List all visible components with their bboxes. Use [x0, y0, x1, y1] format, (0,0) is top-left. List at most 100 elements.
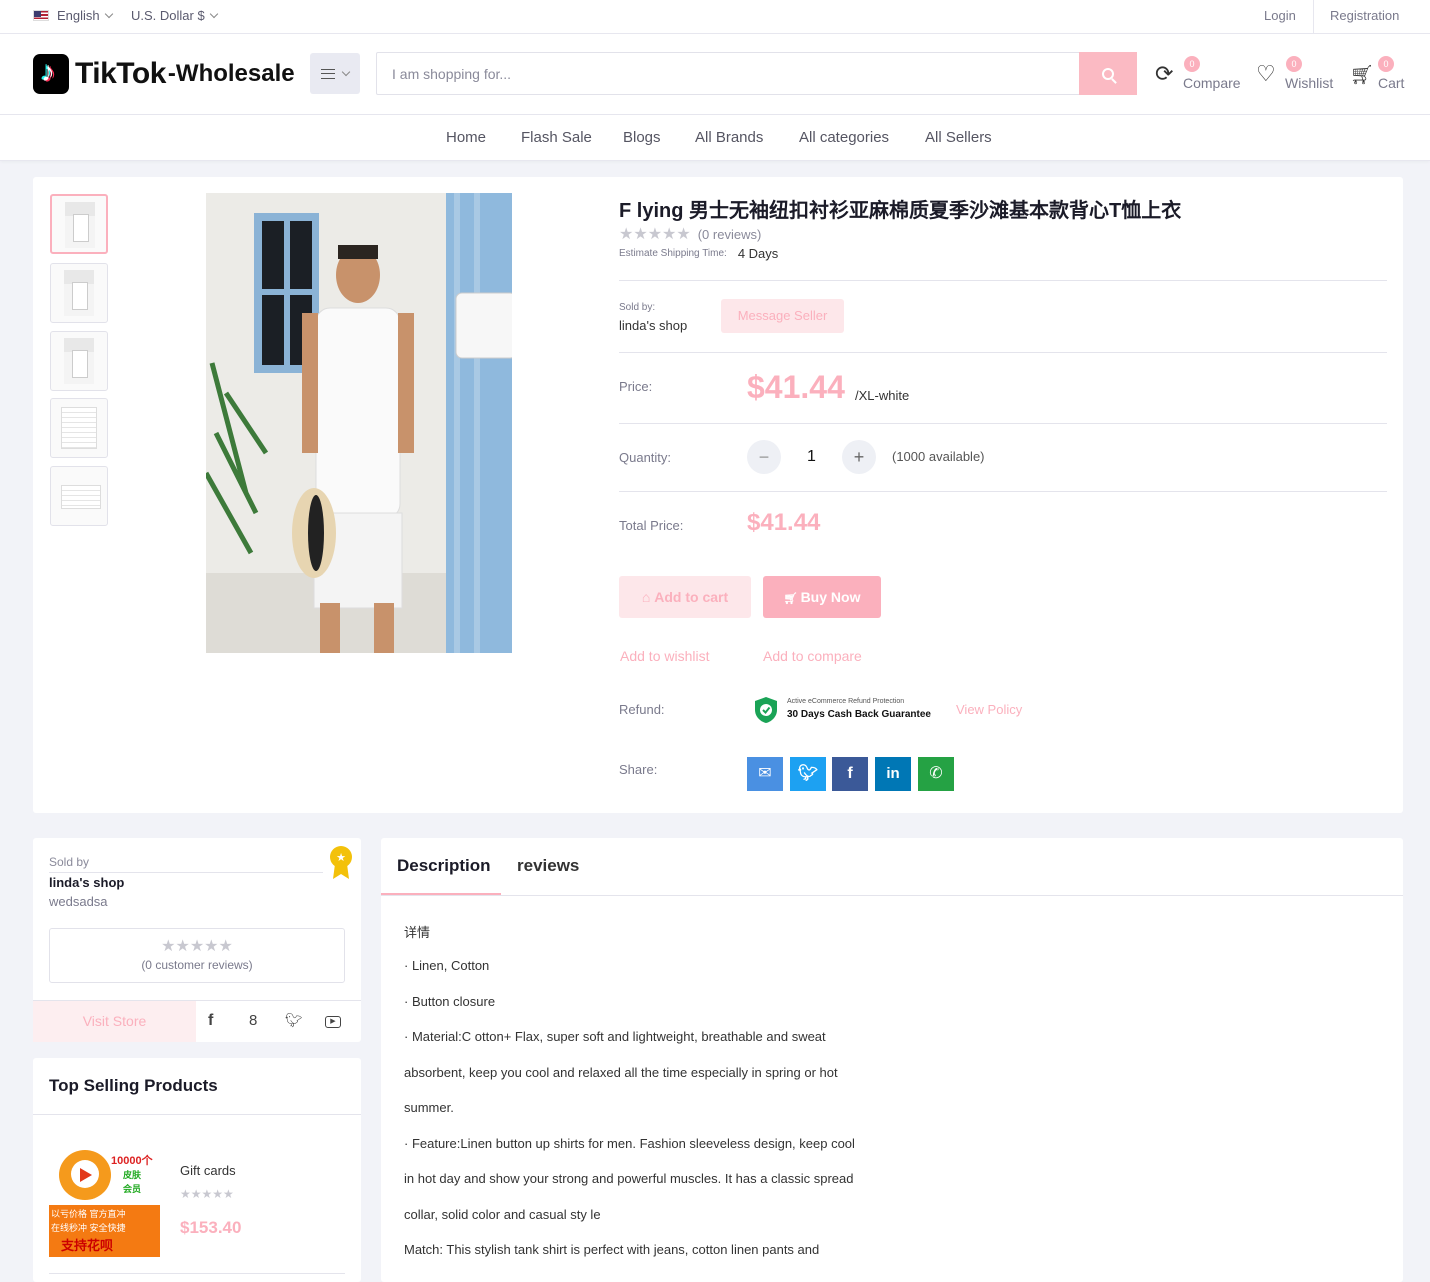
review-count[interactable]: (0 reviews): [698, 227, 762, 242]
header: TikTok -Wholesale ⟳ 0 Compare ♡ 0 Wishli…: [0, 34, 1430, 115]
product-thumbnail[interactable]: 10000个 皮肤 会员 以亏价格 官方直冲 在线秒冲 安全快捷 支持花呗: [49, 1150, 160, 1257]
chevron-down-icon: [104, 9, 113, 18]
seller-facebook-icon[interactable]: f: [208, 1012, 213, 1030]
wishlist-button[interactable]: ♡ 0 Wishlist: [1256, 56, 1336, 96]
registration-link[interactable]: Registration: [1330, 8, 1399, 23]
gift-card-text: 10000个: [111, 1155, 153, 1167]
currency-selector[interactable]: U.S. Dollar $: [131, 8, 218, 23]
categories-menu-button[interactable]: [310, 53, 360, 94]
search-button[interactable]: [1079, 52, 1137, 95]
gift-card-text: 会员: [123, 1184, 142, 1194]
wishlist-count-badge: 0: [1286, 56, 1302, 72]
compare-label: Compare: [1183, 75, 1241, 91]
rating-stars: ★★★★★: [619, 226, 691, 243]
visit-store-button[interactable]: Visit Store: [33, 1001, 196, 1042]
top-product-name[interactable]: Gift cards: [180, 1163, 236, 1178]
divider: [49, 872, 323, 873]
site-logo[interactable]: TikTok -Wholesale: [33, 54, 295, 94]
nav-all-sellers[interactable]: All Sellers: [925, 129, 992, 146]
mascot-icon: [59, 1150, 111, 1200]
search-input[interactable]: [377, 53, 1080, 94]
login-link[interactable]: Login: [1264, 8, 1296, 23]
nav-all-brands[interactable]: All Brands: [695, 129, 763, 146]
description-line: · Linen, Cotton: [404, 958, 490, 973]
product-rating: ★★★★★ (0 reviews): [619, 224, 761, 244]
top-selling-card: Top Selling Products 10000个 皮肤 会员 以亏价格 官…: [33, 1058, 361, 1282]
whatsapp-icon: ✆: [929, 765, 943, 782]
message-seller-button[interactable]: Message Seller: [721, 299, 844, 333]
email-icon: ✉: [758, 765, 772, 782]
nav-home[interactable]: Home: [446, 129, 486, 146]
language-selector[interactable]: English: [33, 8, 113, 23]
nav-flash-sale[interactable]: Flash Sale: [521, 129, 592, 146]
cart-icon: 🛒︎: [1350, 65, 1375, 86]
bag-icon: ⌂: [641, 589, 655, 605]
facebook-icon: f: [847, 765, 853, 782]
divider: [619, 423, 1387, 424]
description-line: 详情: [404, 925, 431, 940]
product-price: $41.44: [747, 369, 845, 405]
nav-blogs[interactable]: Blogs: [623, 129, 661, 146]
language-label: English: [57, 8, 100, 23]
thumbnail-2[interactable]: [50, 263, 108, 323]
seller-shop-name[interactable]: linda's shop: [49, 875, 124, 890]
view-policy-link[interactable]: View Policy: [956, 702, 1022, 717]
tab-reviews-label: reviews: [517, 856, 580, 875]
gift-card-text: 支持花呗: [61, 1238, 114, 1253]
cart-button[interactable]: 🛒︎ 0 Cart: [1350, 56, 1406, 96]
seller-card: Sold by linda's shop wedsadsa ★ ★★★★★ (0…: [33, 838, 361, 1042]
quantity-decrease-button[interactable]: −: [747, 440, 781, 474]
compare-button[interactable]: ⟳ 0 Compare: [1155, 56, 1241, 96]
description-line: · Button closure: [404, 994, 496, 1009]
thumbnail-3[interactable]: [50, 331, 108, 391]
product-main-image[interactable]: [206, 193, 512, 653]
quantity-label: Quantity:: [619, 450, 672, 465]
divider: [619, 491, 1387, 492]
seller-youtube-icon[interactable]: ▶: [325, 1016, 341, 1028]
description-line: in hot day and show your strong and powe…: [404, 1171, 854, 1186]
add-to-compare-link[interactable]: Add to compare: [763, 648, 862, 664]
logo-main-text: TikTok: [75, 57, 166, 90]
top-product-stars: ★★★★★: [180, 1187, 234, 1201]
refund-badge-big: 30 Days Cash Back Guarantee: [787, 709, 931, 720]
nav-all-categories[interactable]: All categories: [799, 129, 889, 146]
shop-name-link[interactable]: linda's shop: [619, 318, 687, 333]
thumbnail-4[interactable]: [50, 398, 108, 458]
seller-address: wedsadsa: [49, 894, 108, 909]
sold-by-label: Sold by: [49, 855, 90, 869]
thumbnail-5[interactable]: [50, 466, 108, 526]
available-stock: (1000 available): [892, 449, 985, 464]
description-line: Match: This stylish tank shirt is perfec…: [404, 1242, 820, 1257]
shipping-label: Estimate Shipping Time:: [619, 248, 727, 259]
share-facebook-button[interactable]: f: [832, 757, 868, 791]
shipping-value: 4 Days: [737, 246, 779, 261]
share-linkedin-button[interactable]: in: [875, 757, 911, 791]
share-whatsapp-button[interactable]: ✆: [918, 757, 954, 791]
tab-description-label: Description: [397, 856, 491, 875]
share-twitter-button[interactable]: 🐦︎: [790, 757, 826, 791]
refresh-icon: ⟳: [1155, 61, 1174, 86]
seller-rating-stars: ★★★★★: [161, 938, 233, 955]
quantity-increase-button[interactable]: +: [842, 440, 876, 474]
price-label: Price:: [619, 379, 653, 394]
seller-google-icon[interactable]: 8: [249, 1012, 257, 1029]
description-line: summer.: [404, 1100, 454, 1115]
compare-count-badge: 0: [1184, 56, 1200, 72]
product-card: F lying 男士无袖纽扣衬衫亚麻棉质夏季沙滩基本款背心T恤上衣 ★★★★★ …: [33, 177, 1403, 813]
seller-rating-box: ★★★★★ (0 customer reviews): [49, 928, 345, 983]
divider: [619, 280, 1387, 281]
shipping-time: Estimate Shipping Time: 4 Days: [619, 246, 778, 261]
twitter-icon: 🐦︎: [797, 765, 819, 782]
hamburger-icon: [321, 68, 335, 79]
seller-twitter-icon[interactable]: 🐦︎: [285, 1012, 303, 1029]
add-to-cart-button[interactable]: ⌂ Add to cart: [619, 576, 751, 618]
buy-now-button[interactable]: 🛒︎ Buy Now: [763, 576, 881, 618]
tab-reviews[interactable]: reviews: [501, 838, 601, 895]
quantity-input[interactable]: 1: [807, 448, 816, 466]
thumbnail-1[interactable]: [50, 194, 108, 254]
add-to-wishlist-link[interactable]: Add to wishlist: [620, 648, 709, 664]
add-to-cart-label: Add to cart: [654, 589, 729, 605]
refund-badge-small: Active eCommerce Refund Protection: [787, 698, 905, 705]
tab-description[interactable]: Description: [381, 838, 501, 895]
share-email-button[interactable]: ✉: [747, 757, 783, 791]
